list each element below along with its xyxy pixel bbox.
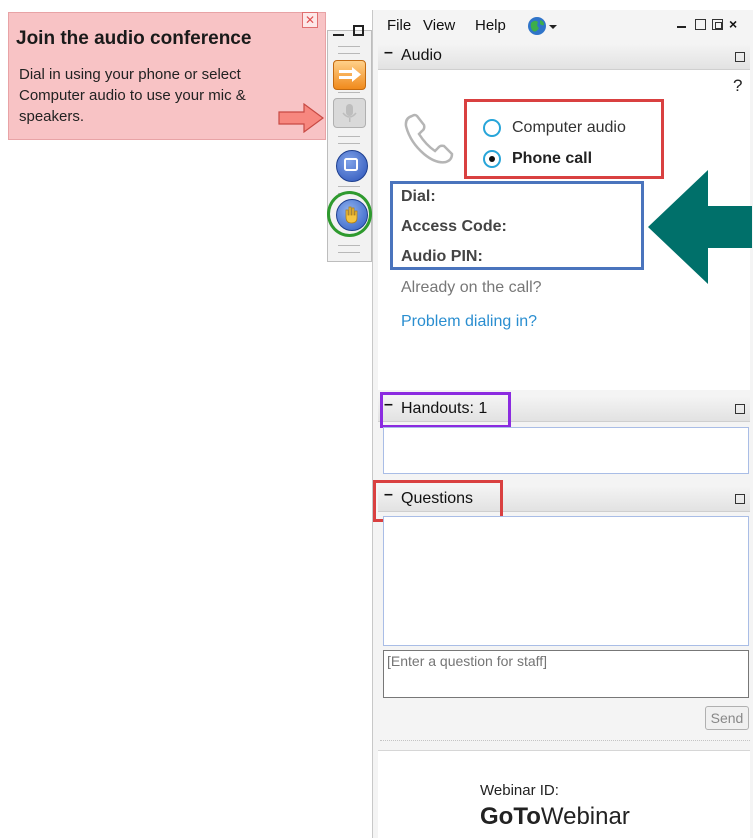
pointer-arrow-icon <box>278 103 324 133</box>
handouts-highlight <box>380 392 511 428</box>
raise-hand-icon[interactable] <box>336 199 368 231</box>
handouts-list[interactable] <box>383 427 749 474</box>
toolbar-minimize-icon[interactable] <box>333 27 344 36</box>
radio-selected-dot <box>489 156 495 162</box>
problem-dialing-link[interactable]: Problem dialing in? <box>401 313 537 331</box>
drag-grip-icon <box>338 136 360 144</box>
webinar-id-label: Webinar ID: <box>480 782 559 799</box>
phone-icon <box>404 113 454 164</box>
collapse-icon[interactable]: – <box>384 44 393 62</box>
close-icon[interactable]: ✕ <box>302 12 318 28</box>
menu-view[interactable]: View <box>423 17 455 34</box>
option-phone-call[interactable]: Phone call <box>512 150 592 168</box>
popout-icon[interactable] <box>735 494 745 504</box>
drag-grip-icon[interactable] <box>338 46 360 54</box>
access-code-label: Access Code: <box>401 218 507 235</box>
audio-pin-label: Audio PIN: <box>401 248 483 265</box>
pointer-arrow-icon <box>648 170 752 284</box>
questions-log[interactable] <box>383 516 749 646</box>
screen-share-icon[interactable] <box>336 150 368 182</box>
close-window-icon[interactable]: × <box>729 16 737 32</box>
help-icon[interactable]: ? <box>733 76 742 96</box>
question-input[interactable] <box>383 650 749 698</box>
send-button[interactable]: Send <box>705 706 749 730</box>
tooltip-body: Dial in using your phone or select Compu… <box>19 66 246 125</box>
drag-grip-icon <box>338 245 360 253</box>
brand-bold: GoTo <box>480 803 541 830</box>
brand-regular: Webinar <box>540 803 630 830</box>
microphone-icon[interactable] <box>333 98 366 128</box>
tooltip-title: Join the audio conference <box>16 28 252 49</box>
menu-help[interactable]: Help <box>475 17 506 34</box>
toolbar-maximize-icon[interactable] <box>353 25 364 36</box>
maximize-icon[interactable] <box>695 19 706 30</box>
popout-icon[interactable] <box>735 404 745 414</box>
dial-label: Dial: <box>401 188 436 205</box>
minimize-icon[interactable] <box>676 19 687 30</box>
audio-header-label: Audio <box>401 47 442 64</box>
menu-file[interactable]: File <box>387 17 411 34</box>
radio-phone-call[interactable] <box>483 150 501 168</box>
gotowebinar-logo: GoToWebinar <box>480 803 630 831</box>
option-computer-audio[interactable]: Computer audio <box>512 119 626 137</box>
popout-icon[interactable] <box>735 52 745 62</box>
radio-computer-audio[interactable] <box>483 119 501 137</box>
already-on-call-text: Already on the call? <box>401 279 542 296</box>
restore-icon[interactable] <box>712 19 723 30</box>
divider <box>380 740 750 745</box>
orange-arrow-icon[interactable] <box>333 60 366 90</box>
globe-icon[interactable] <box>527 16 559 38</box>
